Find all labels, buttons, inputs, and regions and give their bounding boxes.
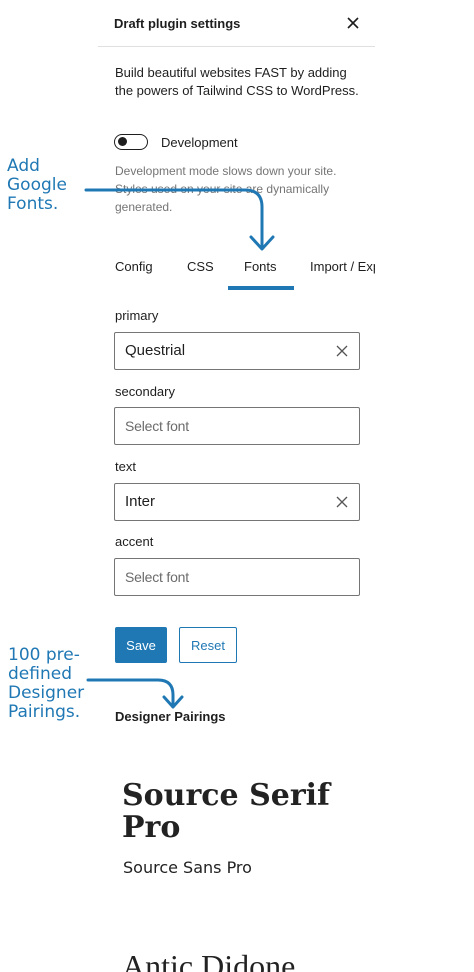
toggle-knob [118,137,127,146]
reset-button[interactable]: Reset [179,627,237,663]
accent-font-placeholder: Select font [125,569,189,585]
close-icon [347,17,359,29]
annotation-line: Pairings. [8,702,81,722]
panel-header: Draft plugin settings [98,0,375,47]
close-button[interactable] [342,12,364,34]
primary-font-label: primary [115,308,159,323]
primary-font-select[interactable]: Questrial [114,332,360,370]
annotation-line: Add [7,156,40,176]
settings-tabs: Config CSS Fonts Import / Export [98,252,375,292]
tab-config[interactable]: Config [115,252,153,290]
intro-text: Build beautiful websites FAST by adding … [115,65,359,98]
primary-font-value: Questrial [125,342,186,359]
accent-font-select[interactable]: Select font [114,558,360,596]
tab-fonts[interactable]: Fonts [244,252,277,290]
clear-icon[interactable] [335,344,349,358]
accent-font-label: accent [115,534,154,549]
development-toggle[interactable] [114,134,148,150]
tab-css[interactable]: CSS [187,252,214,290]
plugin-settings-page: Draft plugin settings Build beautiful we… [0,0,474,972]
annotation-line: Fonts. [7,194,59,214]
annotation-google-fonts: Add Google Fonts. [7,157,67,214]
text-font-label: text [115,459,136,474]
annotation-line: Google [7,175,67,195]
pairing-heading-font[interactable]: Antic Didone [122,948,295,972]
pairing-heading-font[interactable]: Source Serif Pro [122,780,352,844]
clear-icon[interactable] [335,495,349,509]
development-toggle-label: Development [161,134,238,150]
annotation-line: 100 pre- [8,645,80,665]
development-help-text: Development mode slows down your site. S… [115,164,337,214]
tab-import-export[interactable]: Import / Export [310,252,375,290]
active-tab-indicator [228,286,294,290]
arrow-to-pairings [86,678,184,709]
save-button[interactable]: Save [115,627,167,663]
designer-pairings-heading: Designer Pairings [115,709,226,724]
secondary-font-label: secondary [115,384,175,399]
annotation-line: defined [8,664,72,684]
text-font-select[interactable]: Inter [114,483,360,521]
development-toggle-row: Development [114,132,238,152]
annotation-pairings: 100 pre- defined Designer Pairings. [8,646,84,722]
annotation-line: Designer [8,683,85,703]
text-font-value: Inter [125,493,156,510]
panel-title: Draft plugin settings [114,16,241,31]
pairing-body-font[interactable]: Source Sans Pro [123,858,252,877]
secondary-font-select[interactable]: Select font [114,407,360,445]
secondary-font-placeholder: Select font [125,418,189,434]
